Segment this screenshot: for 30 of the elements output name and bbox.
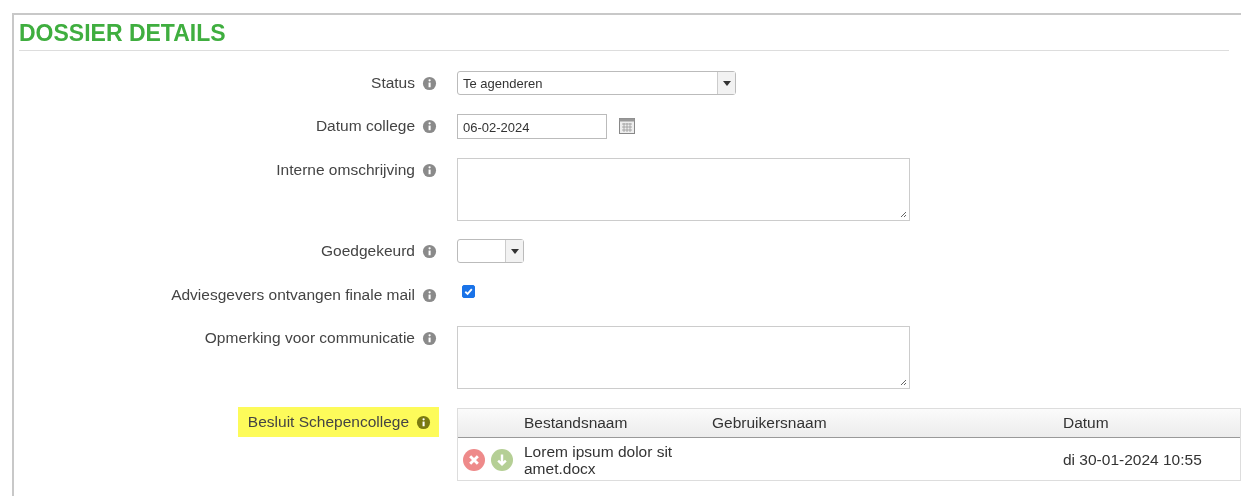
info-icon[interactable] [422,162,437,178]
column-header: Gebruikersnaam [712,414,828,432]
select-field[interactable] [457,239,524,263]
delete-icon[interactable] [463,449,485,471]
info-icon[interactable] [422,287,437,303]
panel-title: DOSSIER DETAILS [19,19,227,46]
info-icon[interactable] [422,330,437,346]
field-label: Datum college [315,114,439,138]
column-header: Bestandsnaam [524,414,629,432]
date-field[interactable]: 06-02-2024 [457,114,607,139]
highlighted-label: Besluit Schepencollege [237,407,439,437]
select-field[interactable]: Te agenderen [457,71,736,95]
info-icon[interactable] [422,118,437,134]
info-icon[interactable] [416,414,431,430]
file-name[interactable]: Lorem ipsum dolor sit amet.docx [524,443,712,477]
caret-icon [510,248,519,254]
field-label: Adviesgevers ontvangen finale mail [171,283,439,307]
checkbox[interactable] [462,285,475,298]
info-icon[interactable] [422,243,437,259]
field-label: Opmerking voor communicatie [204,326,439,350]
table-cell-text: di 30-01-2024 10:55 [1063,451,1203,469]
resize-grip-icon[interactable] [899,378,907,386]
column-header: Datum [1063,414,1110,432]
field-label: Interne omschrijving [276,158,439,182]
caret-icon [722,80,731,86]
calendar-icon[interactable] [619,118,635,134]
info-icon[interactable] [422,75,437,91]
field-label: Status [371,71,439,95]
field-label: Goedgekeurd [321,239,439,263]
resize-grip-icon[interactable] [899,210,907,218]
